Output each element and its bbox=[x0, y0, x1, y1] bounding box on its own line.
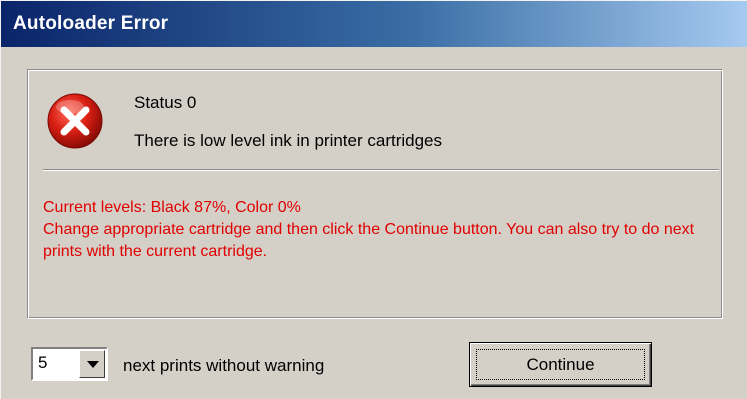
instructions-text: Change appropriate cartridge and then cl… bbox=[43, 221, 695, 260]
message-panel bbox=[27, 69, 723, 319]
continue-button-label: Continue bbox=[526, 355, 595, 374]
prints-count-label: next prints without warning bbox=[123, 356, 325, 375]
error-message: There is low level ink in printer cartri… bbox=[134, 131, 443, 150]
continue-button[interactable]: Continue bbox=[469, 342, 652, 387]
chevron-down-icon bbox=[87, 361, 99, 368]
error-icon bbox=[47, 93, 103, 149]
status-text: Status 0 bbox=[134, 93, 197, 112]
window-title: Autoloader Error bbox=[13, 13, 169, 34]
prints-count-select[interactable]: 5 bbox=[31, 347, 108, 381]
autoloader-error-dialog: Autoloader Error Status 0 There is low l… bbox=[0, 0, 747, 399]
dropdown-arrow-button[interactable] bbox=[79, 350, 105, 378]
prints-count-value: 5 bbox=[38, 353, 48, 372]
ink-levels-text: Current levels: Black 87%, Color 0% bbox=[43, 199, 301, 216]
title-bar[interactable]: Autoloader Error bbox=[1, 1, 747, 47]
separator bbox=[43, 169, 719, 171]
